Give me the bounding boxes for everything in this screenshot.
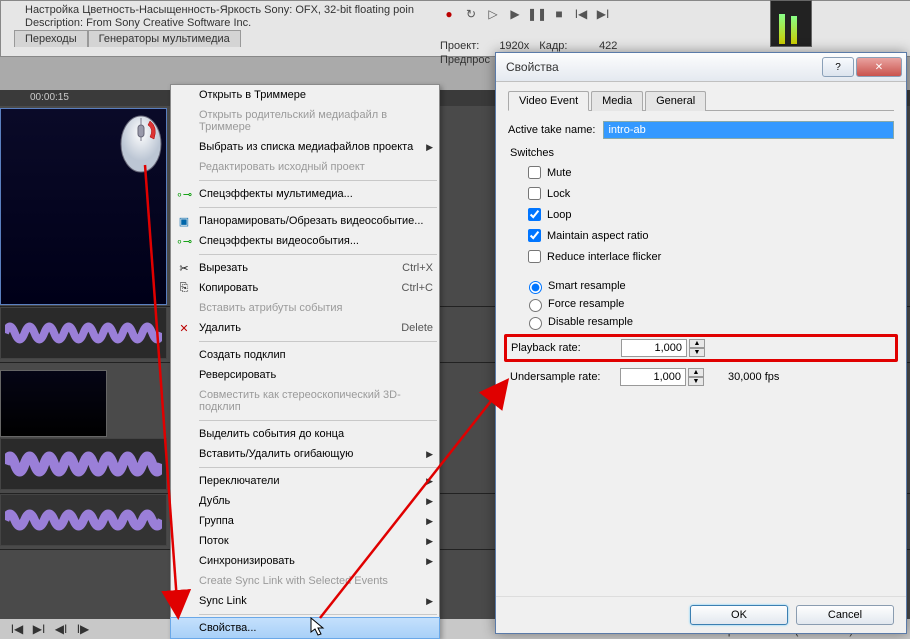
mouse-illustration — [120, 115, 162, 173]
aspect-label: Maintain aspect ratio — [547, 230, 649, 242]
menu-edit-source: Редактировать исходный проект — [171, 157, 439, 177]
tab-video-event[interactable]: Video Event — [508, 91, 589, 111]
playback-rate-label: Playback rate: — [511, 342, 621, 354]
force-label: Force resample — [548, 298, 624, 310]
properties-dialog: Свойства ? ✕ Video Event Media General A… — [495, 52, 907, 634]
preview-thumbnail[interactable] — [0, 370, 107, 437]
menu-event-fx[interactable]: ∘⊸Спецэффекты видеособытия... — [171, 231, 439, 251]
menu-media-fx[interactable]: ∘⊸Спецэффекты мультимедиа... — [171, 184, 439, 204]
tab-media[interactable]: Media — [591, 91, 643, 111]
loop-label: Loop — [547, 209, 571, 221]
tab-transitions[interactable]: Переходы — [14, 30, 88, 47]
mute-label: Mute — [547, 167, 571, 179]
level-meter — [770, 0, 812, 47]
prev-button[interactable]: I◀ — [572, 5, 590, 23]
cursor-icon — [310, 617, 326, 639]
pancrop-icon: ▣ — [176, 213, 192, 229]
menu-properties[interactable]: Свойства... — [170, 617, 440, 639]
dialog-title: Свойства — [506, 60, 559, 74]
menu-select-end[interactable]: Выделить события до конца — [171, 424, 439, 444]
menu-subclip[interactable]: Создать подклип — [171, 345, 439, 365]
lock-checkbox[interactable] — [528, 187, 541, 200]
preview-label: Предпрос — [440, 54, 490, 66]
menu-pan-crop[interactable]: ▣Панорамировать/Обрезать видеособытие... — [171, 211, 439, 231]
description-text: Description: From Sony Creative Software… — [25, 17, 251, 29]
tab-generators[interactable]: Генераторы мультимедиа — [88, 30, 241, 47]
aspect-checkbox[interactable] — [528, 229, 541, 242]
context-menu: Открыть в Триммере Открыть родительский … — [170, 84, 440, 639]
playback-highlight: Playback rate: ▲▼ — [504, 334, 898, 362]
bottom-prev[interactable]: I◀ — [8, 620, 26, 638]
menu-switches[interactable]: Переключатели▶ — [171, 471, 439, 491]
menu-open-parent: Открыть родительский медиафайл в Триммер… — [171, 105, 439, 137]
menu-open-trimmer[interactable]: Открыть в Триммере — [171, 85, 439, 105]
menu-reverse[interactable]: Реверсировать — [171, 365, 439, 385]
transport-toolbar: ● ↻ ▷ ▶ ❚❚ ■ I◀ ▶I — [440, 5, 612, 23]
menu-copy[interactable]: ⎘КопироватьCtrl+C — [171, 278, 439, 298]
disable-label: Disable resample — [548, 316, 633, 328]
menu-select-from-list[interactable]: Выбрать из списка медиафайлов проекта▶ — [171, 137, 439, 157]
mute-checkbox[interactable] — [528, 166, 541, 179]
undersample-spin[interactable]: ▲▼ — [688, 368, 704, 386]
bottom-step-fwd[interactable]: I▶ — [74, 620, 92, 638]
dialog-titlebar[interactable]: Свойства ? ✕ — [496, 53, 906, 82]
menu-create-sync: Create Sync Link with Selected Events — [171, 571, 439, 591]
menu-group[interactable]: Группа▶ — [171, 511, 439, 531]
menu-paste-attr: Вставить атрибуты события — [171, 298, 439, 318]
menu-delete[interactable]: ✕УдалитьDelete — [171, 318, 439, 338]
play-button[interactable]: ▷ — [484, 5, 502, 23]
smart-label: Smart resample — [548, 280, 626, 292]
bottom-step-back[interactable]: ◀I — [52, 620, 70, 638]
active-take-input[interactable] — [603, 121, 894, 139]
smart-radio[interactable] — [529, 281, 542, 294]
playback-rate-input[interactable] — [621, 339, 687, 357]
close-button[interactable]: ✕ — [856, 57, 902, 77]
play-from-start-button[interactable]: ▶ — [506, 5, 524, 23]
ok-button[interactable]: OK — [690, 605, 788, 625]
interlace-checkbox[interactable] — [528, 250, 541, 263]
bottom-next[interactable]: ▶I — [30, 620, 48, 638]
switches-group-label: Switches — [510, 147, 894, 159]
menu-envelope[interactable]: Вставить/Удалить огибающую▶ — [171, 444, 439, 464]
loop-checkbox[interactable] — [528, 208, 541, 221]
menu-take[interactable]: Дубль▶ — [171, 491, 439, 511]
tab-general[interactable]: General — [645, 91, 706, 111]
audio-clip-1[interactable] — [0, 307, 167, 359]
playback-spin[interactable]: ▲▼ — [689, 339, 705, 357]
active-take-label: Active take name: — [508, 124, 595, 136]
cut-icon: ✂ — [176, 260, 192, 276]
config-text: Настройка Цветность-Насыщенность-Яркость… — [25, 4, 414, 16]
menu-sync-link[interactable]: Sync Link▶ — [171, 591, 439, 611]
loop-button[interactable]: ↻ — [462, 5, 480, 23]
audio-clip-3[interactable] — [0, 494, 167, 546]
cancel-button[interactable]: Cancel — [796, 605, 894, 625]
eventfx-icon: ∘⊸ — [176, 233, 192, 249]
disable-radio[interactable] — [529, 317, 542, 330]
menu-sync[interactable]: Синхронизировать▶ — [171, 551, 439, 571]
force-radio[interactable] — [529, 299, 542, 312]
delete-icon: ✕ — [176, 320, 192, 336]
lock-label: Lock — [547, 188, 570, 200]
undersample-rate-label: Undersample rate: — [510, 371, 620, 383]
interlace-label: Reduce interlace flicker — [547, 251, 661, 263]
next-button[interactable]: ▶I — [594, 5, 612, 23]
menu-stream[interactable]: Поток▶ — [171, 531, 439, 551]
copy-icon: ⎘ — [176, 280, 192, 296]
audio-clip-2[interactable] — [0, 438, 167, 490]
fps-label: 30,000 fps — [728, 371, 779, 383]
menu-cut[interactable]: ✂ВырезатьCtrl+X — [171, 258, 439, 278]
pause-button[interactable]: ❚❚ — [528, 5, 546, 23]
help-button[interactable]: ? — [822, 57, 854, 77]
fx-icon: ∘⊸ — [176, 186, 192, 202]
project-info: Проект: 1920x Кадр: 422 — [440, 40, 617, 52]
undersample-rate-input[interactable] — [620, 368, 686, 386]
stop-button[interactable]: ■ — [550, 5, 568, 23]
menu-3d: Совместить как стереоскопический 3D-подк… — [171, 385, 439, 417]
record-button[interactable]: ● — [440, 5, 458, 23]
